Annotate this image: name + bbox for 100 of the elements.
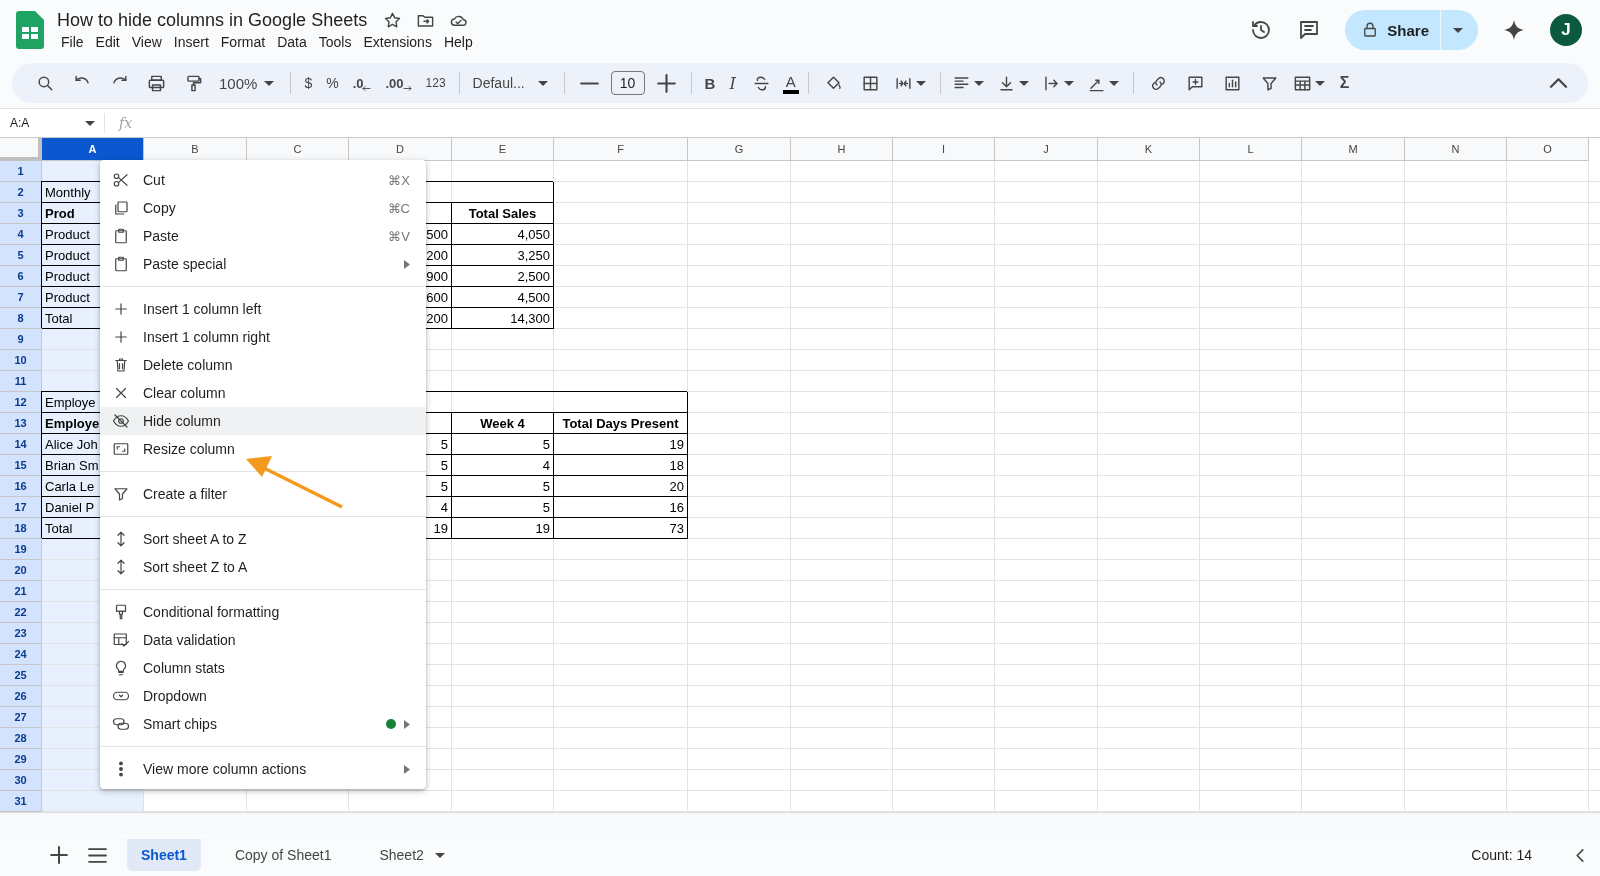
- column-header[interactable]: J: [995, 138, 1098, 161]
- row-header[interactable]: 6: [0, 266, 42, 287]
- row-header[interactable]: 9: [0, 329, 42, 350]
- sheet-tab[interactable]: Sheet1: [127, 839, 201, 871]
- menu-item[interactable]: File: [57, 32, 91, 51]
- strikethrough-icon[interactable]: [751, 73, 771, 93]
- chart-icon[interactable]: [1222, 73, 1242, 93]
- name-box[interactable]: A:A: [0, 113, 105, 133]
- bold-button[interactable]: B: [700, 69, 720, 97]
- row-header[interactable]: 20: [0, 560, 42, 581]
- document-title[interactable]: How to hide columns in Google Sheets: [57, 9, 368, 31]
- menu-item[interactable]: Smart chips: [100, 710, 426, 738]
- zoom-select[interactable]: 100%: [215, 69, 282, 97]
- star-icon[interactable]: [383, 10, 403, 30]
- menu-item[interactable]: Data: [273, 32, 314, 51]
- menu-item[interactable]: Conditional formatting: [100, 598, 426, 626]
- row-header[interactable]: 27: [0, 707, 42, 728]
- row-header[interactable]: 28: [0, 728, 42, 749]
- column-header[interactable]: C: [247, 138, 349, 161]
- menu-item[interactable]: View more column actions: [100, 755, 426, 783]
- sheet-tab[interactable]: Copy of Sheet1: [220, 839, 346, 871]
- column-header[interactable]: B: [144, 138, 247, 161]
- add-comment-icon[interactable]: [1185, 73, 1205, 93]
- menu-item[interactable]: Data validation: [100, 626, 426, 654]
- row-header[interactable]: 23: [0, 623, 42, 644]
- menu-item[interactable]: Sort sheet Z to A: [100, 553, 426, 581]
- increase-decimal-button[interactable]: .00: [381, 69, 416, 97]
- percent-button[interactable]: %: [322, 69, 343, 97]
- column-header[interactable]: G: [688, 138, 791, 161]
- menu-item[interactable]: Dropdown: [100, 682, 426, 710]
- chevron-up-icon[interactable]: [1549, 78, 1568, 88]
- text-color-button[interactable]: A: [782, 72, 799, 94]
- share-button[interactable]: Share: [1345, 10, 1440, 50]
- row-header[interactable]: 25: [0, 665, 42, 686]
- column-header[interactable]: M: [1302, 138, 1405, 161]
- row-header[interactable]: 24: [0, 644, 42, 665]
- column-header[interactable]: E: [452, 138, 554, 161]
- row-header[interactable]: 17: [0, 497, 42, 518]
- spreadsheet-icon[interactable]: [16, 11, 44, 49]
- menu-item[interactable]: Hide column: [100, 407, 426, 435]
- row-header[interactable]: 19: [0, 539, 42, 560]
- add-sheet-icon[interactable]: [50, 846, 68, 864]
- row-header[interactable]: 12: [0, 392, 42, 413]
- menu-item[interactable]: View: [127, 32, 169, 51]
- minus-icon[interactable]: [579, 81, 599, 85]
- row-header[interactable]: 1: [0, 161, 42, 182]
- caret-icon: [1018, 80, 1029, 86]
- row-header[interactable]: 13: [0, 413, 42, 434]
- row-header[interactable]: 7: [0, 287, 42, 308]
- avatar[interactable]: J: [1550, 14, 1582, 46]
- row-header[interactable]: 10: [0, 350, 42, 371]
- font-size-field[interactable]: 10: [610, 71, 645, 95]
- column-header[interactable]: A: [42, 138, 144, 161]
- row-header[interactable]: 14: [0, 434, 42, 455]
- column-header[interactable]: O: [1507, 138, 1589, 161]
- column-header[interactable]: N: [1405, 138, 1507, 161]
- menu-item[interactable]: Help: [439, 32, 480, 51]
- menu-item[interactable]: Column stats: [100, 654, 426, 682]
- chevron-left-icon[interactable]: [1576, 848, 1584, 862]
- italic-button[interactable]: I: [725, 69, 740, 97]
- column-header[interactable]: I: [893, 138, 995, 161]
- row-header[interactable]: 2: [0, 182, 42, 203]
- row-header[interactable]: 21: [0, 581, 42, 602]
- borders-icon[interactable]: [860, 73, 880, 93]
- paint-format-icon[interactable]: [184, 73, 203, 93]
- decrease-decimal-button[interactable]: .0: [348, 69, 376, 97]
- row-header[interactable]: 16: [0, 476, 42, 497]
- menu-item[interactable]: Extensions: [359, 32, 439, 51]
- row-header[interactable]: 8: [0, 308, 42, 329]
- row-header[interactable]: 30: [0, 770, 42, 791]
- column-header[interactable]: H: [791, 138, 893, 161]
- menu-item-label: Paste: [143, 228, 180, 244]
- number-format-button[interactable]: 123: [421, 69, 450, 97]
- row-header[interactable]: 29: [0, 749, 42, 770]
- menu-item[interactable]: Edit: [91, 32, 127, 51]
- row-header[interactable]: 3: [0, 203, 42, 224]
- menu-item[interactable]: Format: [216, 32, 273, 51]
- row-header[interactable]: 26: [0, 686, 42, 707]
- status-summary[interactable]: Count: 14: [1471, 847, 1532, 863]
- row-header[interactable]: 4: [0, 224, 42, 245]
- menu-icon[interactable]: [88, 847, 107, 863]
- row-header[interactable]: 5: [0, 245, 42, 266]
- column-header[interactable]: F: [554, 138, 688, 161]
- menu-item[interactable]: Delete column: [100, 351, 426, 379]
- column-header[interactable]: L: [1200, 138, 1302, 161]
- row-header[interactable]: 11: [0, 371, 42, 392]
- column-header[interactable]: D: [349, 138, 452, 161]
- print-icon[interactable]: [147, 73, 166, 93]
- menu-item[interactable]: Tools: [314, 32, 359, 51]
- row-header[interactable]: 31: [0, 791, 42, 812]
- currency-button[interactable]: $: [300, 69, 317, 97]
- column-header[interactable]: K: [1098, 138, 1200, 161]
- functions-button[interactable]: Σ: [1335, 69, 1354, 97]
- plus-icon[interactable]: [656, 73, 676, 93]
- font-select[interactable]: Defaul...: [468, 69, 555, 97]
- row-header[interactable]: 22: [0, 602, 42, 623]
- sheet-tab[interactable]: Sheet2: [365, 839, 462, 871]
- menu-item[interactable]: Insert: [169, 32, 216, 51]
- row-header[interactable]: 15: [0, 455, 42, 476]
- row-header[interactable]: 18: [0, 518, 42, 539]
